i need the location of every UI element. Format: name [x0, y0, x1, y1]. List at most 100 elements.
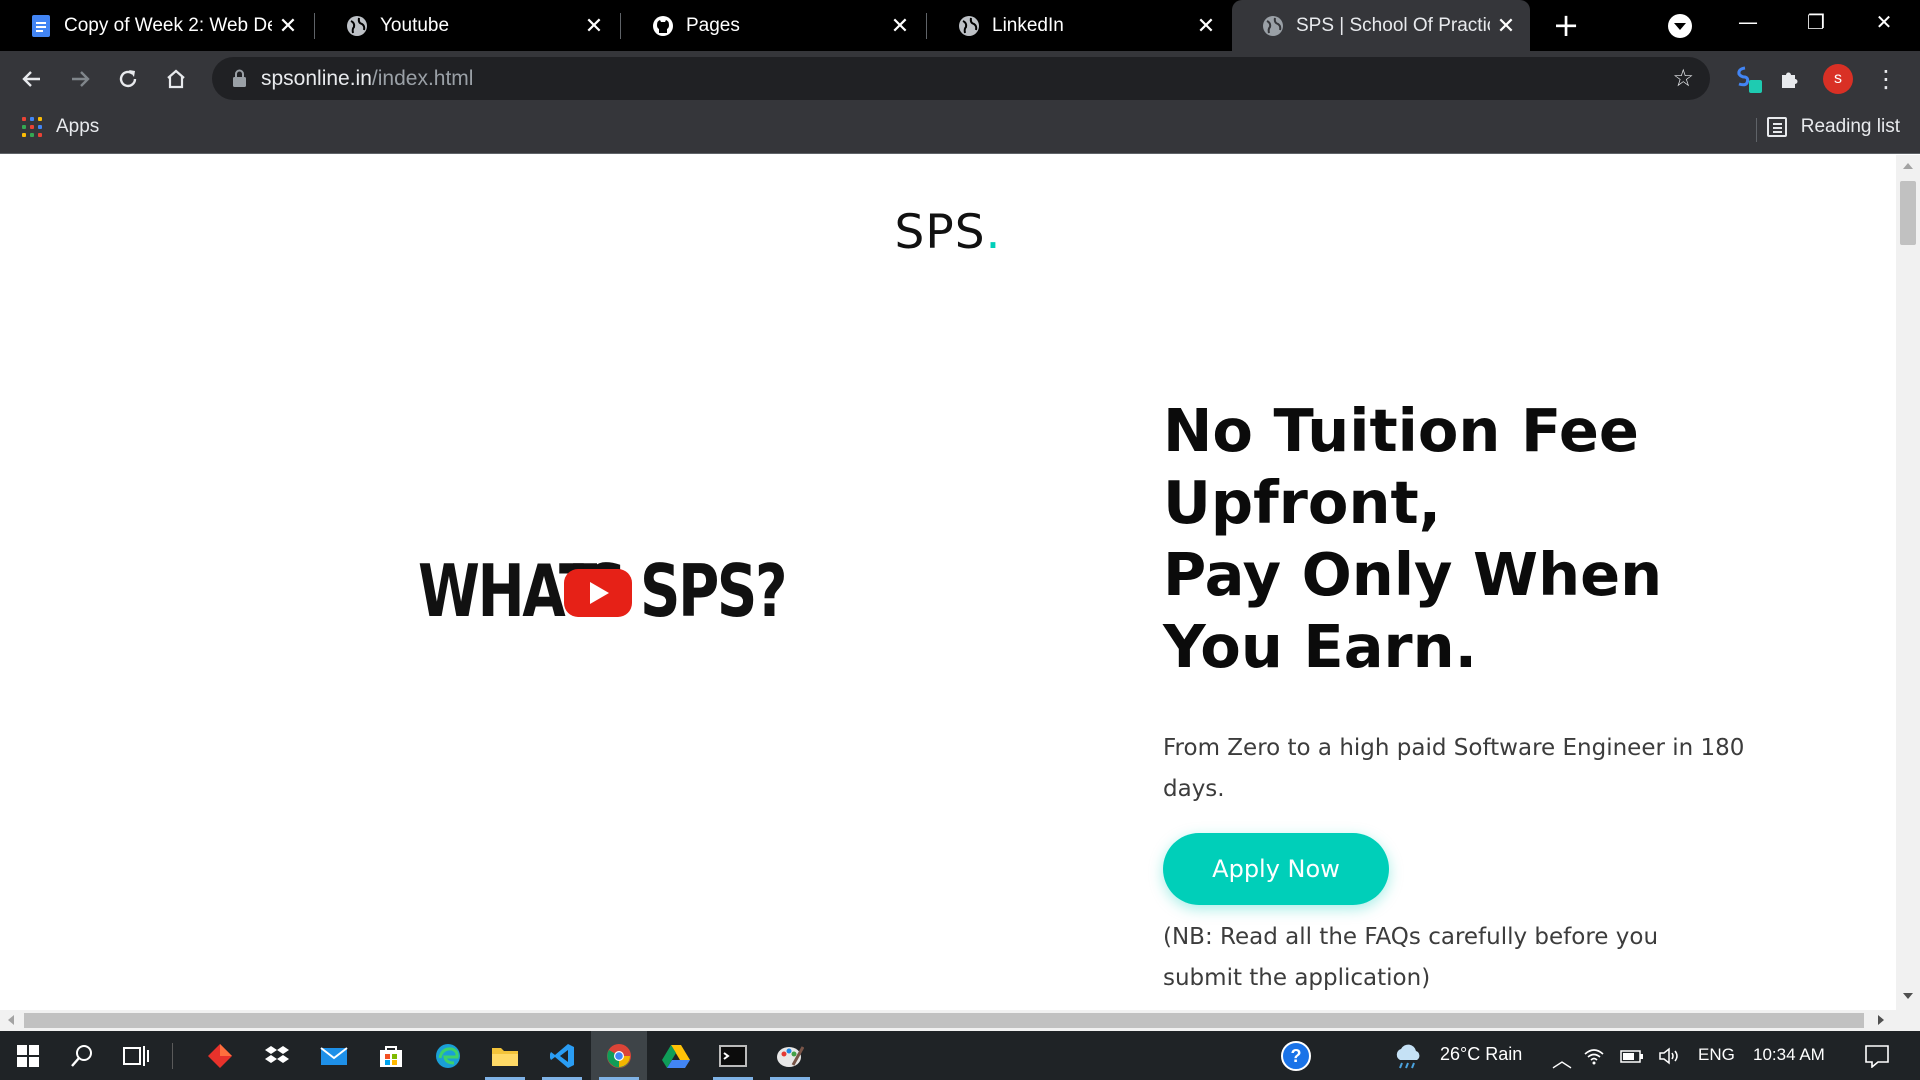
vscode-icon[interactable]	[534, 1031, 590, 1080]
reload-button[interactable]	[110, 61, 146, 97]
tab-linkedin[interactable]: LinkedIn ✕	[928, 0, 1230, 51]
scroll-left-arrow-icon[interactable]	[8, 1015, 14, 1025]
profile-avatar[interactable]: s	[1820, 61, 1856, 97]
svg-text:?: ?	[1291, 1046, 1302, 1066]
tab-pages[interactable]: Pages ✕	[622, 0, 924, 51]
taskbar-divider	[172, 1043, 173, 1069]
show-hidden-icons-chevron-icon[interactable]: ︿	[1552, 1044, 1572, 1073]
tab-separator	[314, 13, 315, 39]
extension-icon[interactable]	[1730, 61, 1766, 97]
tab-docs[interactable]: Copy of Week 2: Web Des ✕	[0, 0, 312, 51]
video-word-right: SPS?	[640, 549, 788, 633]
clock[interactable]: 10:34 AM	[1753, 1045, 1825, 1065]
avatar-initial: s	[1834, 70, 1842, 87]
close-icon[interactable]: ✕	[890, 14, 910, 37]
help-icon[interactable]: ?	[1268, 1031, 1324, 1080]
tab-separator	[620, 13, 621, 39]
logo-text: SPS	[894, 205, 986, 260]
tab-separator	[926, 13, 927, 39]
avatar: s	[1823, 64, 1853, 94]
close-icon[interactable]: ✕	[1496, 14, 1516, 37]
reload-icon	[119, 70, 137, 88]
horizontal-scroll-thumb[interactable]	[24, 1013, 1864, 1028]
horizontal-scrollbar[interactable]	[0, 1010, 1896, 1031]
close-window-button[interactable]: ✕	[1856, 0, 1912, 44]
minimize-button[interactable]: —	[1720, 0, 1776, 44]
google-docs-icon	[30, 14, 52, 37]
file-explorer-icon[interactable]	[477, 1031, 533, 1080]
windows-logo-icon	[17, 1044, 39, 1067]
reading-list-icon	[1766, 117, 1787, 137]
windows-taskbar: ? 26°C Rain ︿ ENG 10:34 AM	[0, 1031, 1920, 1080]
paint-icon[interactable]	[762, 1031, 818, 1080]
apply-now-button[interactable]: Apply Now	[1163, 833, 1389, 905]
chrome-icon[interactable]	[591, 1031, 647, 1080]
home-icon	[167, 69, 185, 89]
edge-icon[interactable]	[420, 1031, 476, 1080]
weather-text[interactable]: 26°C Rain	[1440, 1044, 1522, 1065]
start-button[interactable]	[0, 1031, 56, 1080]
restore-button[interactable]: ❐	[1788, 0, 1844, 44]
globe-icon	[958, 15, 980, 37]
tab-youtube[interactable]: Youtube ✕	[316, 0, 618, 51]
forward-button[interactable]	[62, 61, 98, 97]
tab-title: SPS | School Of Practical S	[1296, 14, 1490, 36]
globe-icon	[1262, 15, 1284, 37]
tab-title: Copy of Week 2: Web Des	[64, 14, 272, 36]
headline-line: No Tuition Fee	[1163, 396, 1639, 465]
tab-title: Pages	[686, 14, 740, 36]
close-icon[interactable]: ✕	[278, 14, 298, 37]
vertical-scrollbar[interactable]	[1896, 155, 1920, 1010]
close-icon[interactable]: ✕	[584, 14, 604, 37]
vertical-scroll-thumb[interactable]	[1900, 181, 1916, 245]
tab-search-icon[interactable]	[1668, 14, 1692, 38]
new-tab-button[interactable]: +	[1549, 9, 1583, 43]
wifi-icon[interactable]	[1574, 1031, 1614, 1080]
bookmarks-bar: Apps Reading list	[0, 106, 1920, 154]
video-thumbnail[interactable]: WHAT IS SPS?	[418, 551, 788, 631]
language-indicator[interactable]: ENG	[1698, 1045, 1735, 1065]
back-button[interactable]	[14, 61, 50, 97]
reading-list-button[interactable]: Reading list	[1766, 116, 1900, 138]
search-icon[interactable]	[54, 1031, 110, 1080]
red-app-icon[interactable]	[192, 1031, 248, 1080]
mail-icon[interactable]	[306, 1031, 362, 1080]
headline-line: Pay Only When	[1163, 540, 1663, 609]
volume-icon[interactable]	[1650, 1031, 1690, 1080]
scroll-down-arrow-icon[interactable]	[1903, 993, 1913, 999]
scroll-up-arrow-icon[interactable]	[1903, 163, 1913, 169]
extensions-puzzle-icon[interactable]	[1772, 61, 1808, 97]
scroll-right-arrow-icon[interactable]	[1878, 1015, 1884, 1025]
site-logo[interactable]: SPS.	[0, 205, 1896, 260]
tab-title: LinkedIn	[992, 14, 1064, 36]
weather-cloud-icon[interactable]	[1380, 1031, 1436, 1080]
bookmark-divider	[1756, 118, 1757, 142]
apps-bookmark[interactable]: Apps	[22, 116, 99, 138]
tab-strip: Copy of Week 2: Web Des ✕ Youtube ✕ Page…	[0, 0, 1920, 51]
menu-kebab-icon[interactable]: ⋮	[1868, 61, 1904, 97]
globe-icon	[346, 15, 368, 37]
faq-note: (NB: Read all the FAQs carefully before …	[1163, 924, 1659, 991]
task-view-icon[interactable]	[108, 1031, 164, 1080]
address-bar[interactable]: spsonline.in/index.html ☆	[212, 57, 1710, 100]
battery-icon[interactable]	[1614, 1031, 1650, 1080]
url-text: spsonline.in/index.html	[261, 67, 473, 91]
apps-label: Apps	[56, 116, 100, 137]
notification-center-icon[interactable]	[1852, 1031, 1902, 1080]
home-button[interactable]	[158, 61, 194, 97]
headline-line: Upfront,	[1163, 468, 1442, 537]
hero-subtext: From Zero to a high paid Software Engine…	[1163, 735, 1745, 802]
browser-toolbar: spsonline.in/index.html ☆ s ⋮	[0, 51, 1920, 106]
youtube-play-icon[interactable]	[564, 569, 632, 617]
dropbox-icon[interactable]	[249, 1031, 305, 1080]
hero-headline: No Tuition Fee Upfront, Pay Only When Yo…	[1163, 395, 1763, 683]
back-arrow-icon	[22, 71, 40, 87]
bookmark-star-icon[interactable]: ☆	[1672, 64, 1694, 92]
store-icon[interactable]	[363, 1031, 419, 1080]
tab-sps-active[interactable]: SPS | School Of Practical S ✕	[1232, 0, 1530, 51]
close-icon[interactable]: ✕	[1196, 14, 1216, 37]
google-drive-icon[interactable]	[648, 1031, 704, 1080]
forward-arrow-icon	[72, 71, 90, 87]
terminal-icon[interactable]	[705, 1031, 761, 1080]
url-host: spsonline.in	[261, 67, 372, 90]
